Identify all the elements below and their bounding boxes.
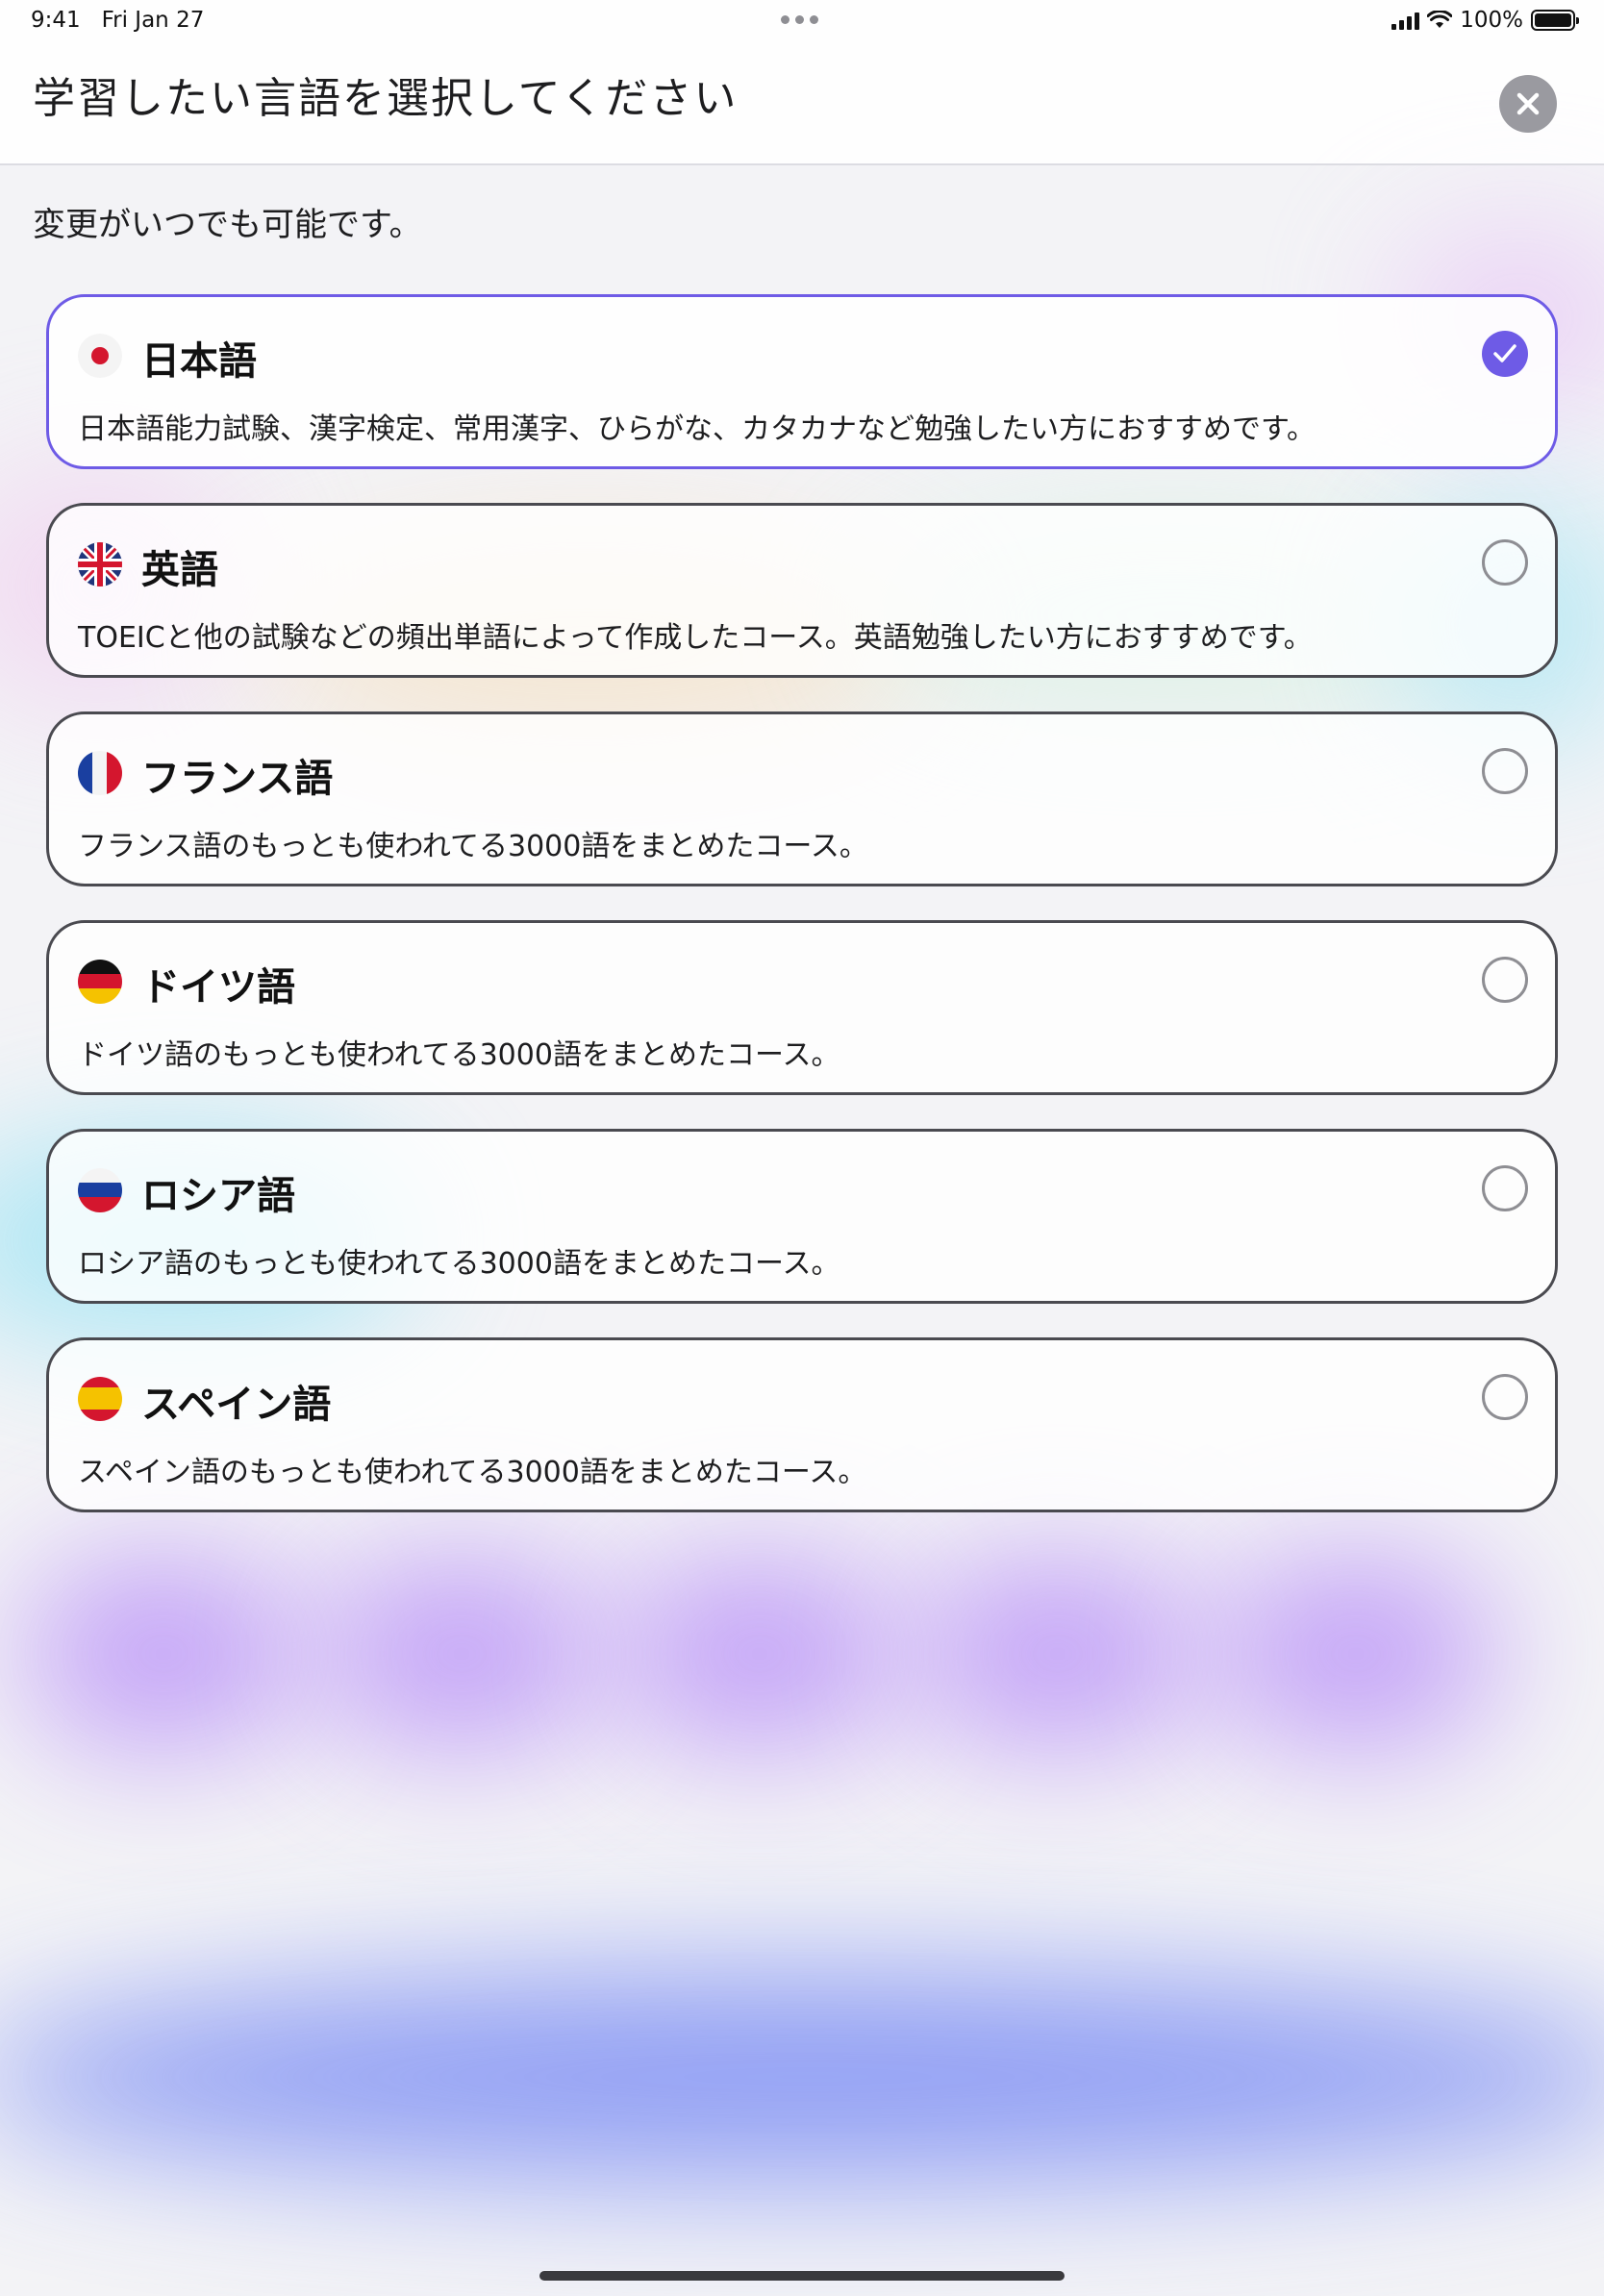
language-name: フランス語 (141, 757, 334, 801)
language-description: ドイツ語のもっとも使われてる3000語をまとめたコース。 (78, 1038, 840, 1072)
language-option-english[interactable]: 英語 TOEICと他の試験などの頻出単語によって作成したコース。英語勉強したい方… (46, 503, 1558, 678)
language-description: 日本語能力試験、漢字検定、常用漢字、ひらがな、カタカナなど勉強したい方におすすめ… (78, 412, 1316, 446)
status-time: 9:41 Fri Jan 27 (31, 8, 205, 33)
page-subtitle: 変更がいつでも可能です。 (33, 206, 422, 244)
close-icon (1516, 92, 1540, 115)
russia-flag-icon (78, 1168, 122, 1212)
radio-button[interactable] (1482, 1374, 1528, 1420)
radio-button[interactable] (1482, 957, 1528, 1003)
wifi-icon (1427, 11, 1453, 28)
language-option-german[interactable]: ドイツ語 ドイツ語のもっとも使われてる3000語をまとめたコース。 (46, 920, 1558, 1095)
japan-flag-icon (78, 334, 122, 378)
language-option-french[interactable]: フランス語 フランス語のもっとも使われてる3000語をまとめたコース。 (46, 711, 1558, 886)
language-description: スペイン語のもっとも使われてる3000語をまとめたコース。 (78, 1456, 867, 1489)
uk-flag-icon (78, 542, 122, 586)
language-option-russian[interactable]: ロシア語 ロシア語のもっとも使われてる3000語をまとめたコース。 (46, 1129, 1558, 1304)
status-indicators: 100% (1391, 8, 1579, 33)
battery-percentage: 100% (1460, 8, 1523, 33)
page-title: 学習したい言語を選択してください (33, 74, 739, 123)
france-flag-icon (78, 751, 122, 795)
language-name: ロシア語 (141, 1174, 295, 1218)
radio-button[interactable] (1482, 539, 1528, 586)
radio-button[interactable] (1482, 748, 1528, 794)
germany-flag-icon (78, 960, 122, 1004)
language-option-spanish[interactable]: スペイン語 スペイン語のもっとも使われてる3000語をまとめたコース。 (46, 1337, 1558, 1512)
language-name: スペイン語 (141, 1383, 332, 1427)
cellular-signal-icon (1391, 11, 1420, 30)
status-bar: 9:41 Fri Jan 27 100% (0, 0, 1604, 44)
language-name: 日本語 (141, 339, 257, 384)
checkmark-icon[interactable] (1482, 331, 1528, 377)
language-description: フランス語のもっとも使われてる3000語をまとめたコース。 (78, 830, 868, 863)
language-description: TOEICと他の試験などの頻出単語によって作成したコース。英語勉強したい方におす… (78, 621, 1313, 655)
language-name: 英語 (141, 548, 218, 592)
language-option-japanese[interactable]: 日本語 日本語能力試験、漢字検定、常用漢字、ひらがな、カタカナなど勉強したい方に… (46, 294, 1558, 469)
close-button[interactable] (1499, 75, 1557, 133)
radio-button[interactable] (1482, 1165, 1528, 1211)
language-description: ロシア語のもっとも使われてる3000語をまとめたコース。 (78, 1247, 840, 1281)
multitasking-dots-icon[interactable] (781, 15, 818, 24)
language-name: ドイツ語 (141, 965, 295, 1010)
battery-icon (1531, 10, 1579, 31)
home-indicator[interactable] (539, 2271, 1065, 2281)
spain-flag-icon (78, 1377, 122, 1421)
